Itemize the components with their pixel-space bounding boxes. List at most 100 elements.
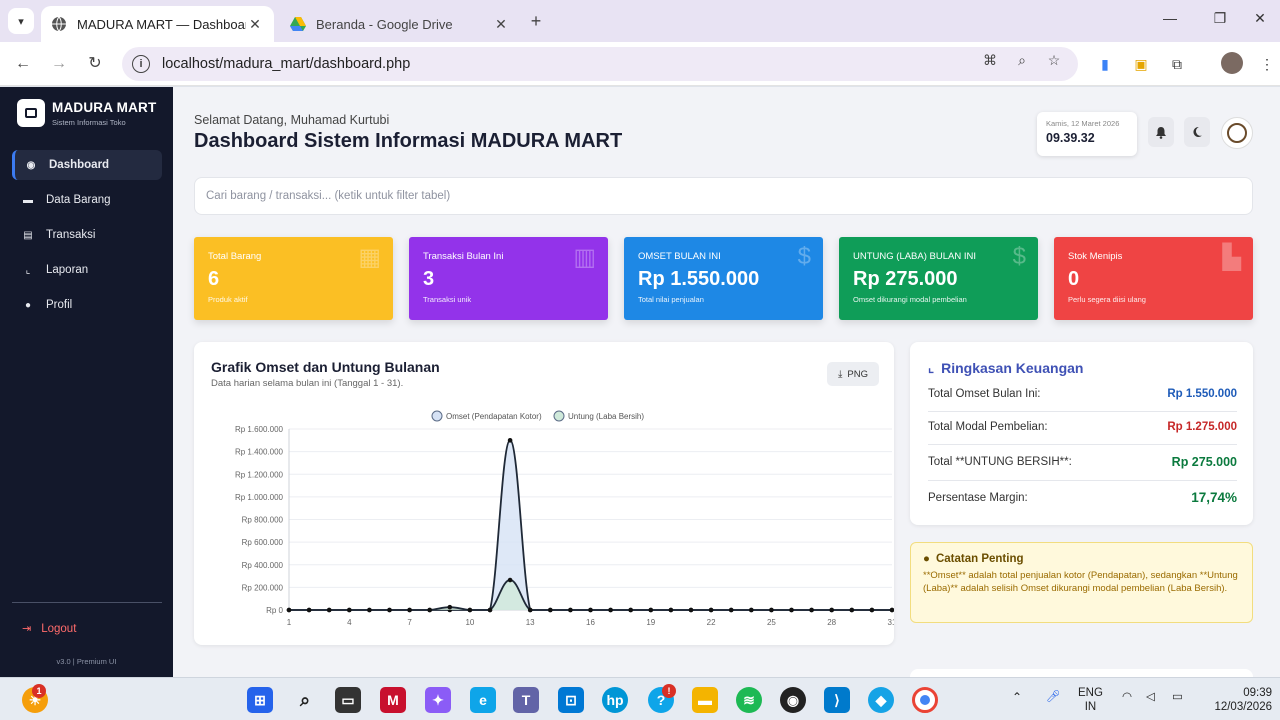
data-point [447, 604, 453, 610]
site-info-icon[interactable]: i [132, 55, 150, 73]
edge-icon[interactable]: e [470, 687, 496, 713]
series-line-1 [288, 579, 892, 611]
back-arrow-icon[interactable]: ← [12, 53, 34, 75]
stat-card-total-barang: ▦ Total Barang 6 Produk aktif [194, 237, 393, 320]
volume-icon[interactable]: ◁ [1146, 690, 1155, 704]
current-date: Kamis, 12 Maret 2026 [1046, 119, 1120, 128]
dark-mode-moon-icon[interactable] [1184, 117, 1210, 147]
download-png-button[interactable]: ⤓ PNG [827, 362, 879, 386]
spotify-icon[interactable]: ≋ [736, 687, 762, 713]
globe-icon [51, 16, 67, 32]
tab-google-drive[interactable]: Beranda - Google Drive ✕ [280, 6, 520, 42]
store-icon[interactable]: ⊡ [558, 687, 584, 713]
wifi-icon[interactable]: ◠ [1122, 690, 1132, 704]
microphone-icon[interactable]: 🎤︎ [1046, 690, 1061, 704]
x-tick-label: 13 [526, 618, 535, 627]
tray-chevron-icon[interactable]: ⌃ [1012, 690, 1022, 704]
stat-card-transaksi: ▥ Transaksi Bulan Ini 3 Transaksi unik [409, 237, 608, 320]
tab-title: Beranda - Google Drive [316, 16, 453, 32]
sidebar-item-label: Profil [46, 299, 73, 311]
vscode-icon[interactable]: ⟩ [824, 687, 850, 713]
logout-label: Logout [41, 622, 77, 635]
tab-madura-mart[interactable]: MADURA MART — Dashboard | ✕ [41, 6, 274, 42]
lang-bottom: IN [1084, 701, 1097, 713]
financial-summary-panel: ⌞ Ringkasan Keuangan Total Omset Bulan I… [910, 342, 1253, 525]
chrome-icon[interactable] [912, 687, 938, 713]
forward-arrow-icon[interactable]: → [48, 53, 70, 75]
close-window-icon[interactable]: ✕ [1250, 10, 1270, 27]
reload-icon[interactable]: ↻ [84, 53, 106, 75]
url-omnibox[interactable]: i localhost/madura_mart/dashboard.php [122, 47, 1078, 81]
sidebar-item-dashboard[interactable]: ◉ Dashboard [12, 150, 162, 180]
card-value: 6 [208, 268, 220, 290]
minimize-icon[interactable]: — [1160, 10, 1180, 26]
teams-icon[interactable]: T [513, 687, 539, 713]
mcafee-icon[interactable]: M [380, 687, 406, 713]
sidebar-item-data-barang[interactable]: ▬ Data Barang [12, 185, 162, 215]
extension-wallet-icon[interactable]: ▣ [1130, 53, 1152, 75]
data-point [427, 607, 432, 613]
translate-icon[interactable]: ⌘ [980, 50, 1000, 70]
restore-icon[interactable]: ❐ [1210, 10, 1230, 27]
data-point [849, 607, 855, 613]
card-subtitle: Total nilai penjualan [638, 295, 704, 304]
card-subtitle: Perlu segera diisi ulang [1068, 295, 1146, 304]
summary-row-untung: Total **UNTUNG BERSIH**: Rp 275.000 [928, 455, 1237, 469]
battery-icon[interactable]: ▭ [1172, 690, 1183, 704]
search-icon[interactable]: ⌕ [292, 687, 318, 713]
y-tick-label: Rp 400.000 [242, 561, 284, 570]
data-point [829, 607, 834, 613]
note-text: **Omset** adalah total penjualan kotor (… [923, 570, 1238, 594]
system-clock[interactable]: 09:39 12/03/2026 [1206, 686, 1272, 714]
zoom-icon[interactable]: ⌕ [1012, 50, 1032, 70]
summary-label: Total Omset Bulan Ini: [928, 388, 1041, 400]
copilot-icon[interactable]: ✦ [425, 687, 451, 713]
sidebar-item-transaksi[interactable]: ▤ Transaksi [12, 220, 162, 250]
close-tab-icon[interactable]: ✕ [246, 16, 264, 33]
page-title: Dashboard Sistem Informasi MADURA MART [194, 130, 623, 152]
y-tick-label: Rp 800.000 [242, 516, 284, 525]
data-point [608, 607, 613, 613]
summary-divider [928, 411, 1237, 412]
new-tab-button[interactable]: + [525, 10, 547, 32]
card-label: OMSET BULAN INI [638, 251, 721, 262]
app-icon[interactable]: ◆ [868, 687, 894, 713]
legend-label: Untung (Laba Bersih) [568, 412, 644, 421]
sidebar-item-label: Dashboard [49, 159, 110, 171]
brand-subtitle: Sistem Informasi Toko [52, 118, 126, 127]
task-view-icon[interactable]: ▭ [335, 687, 361, 713]
data-point [467, 607, 473, 613]
chart-title: Grafik Omset dan Untung Bulanan [211, 359, 440, 375]
lang-top: ENG [1078, 687, 1103, 699]
png-label: PNG [847, 368, 868, 380]
data-point [648, 607, 654, 613]
language-indicator[interactable]: ENG IN [1078, 686, 1103, 714]
sidebar-item-profil[interactable]: ● Profil [12, 290, 162, 320]
x-tick-label: 19 [646, 618, 655, 627]
hand-money-icon: $ [797, 243, 811, 270]
data-point [588, 607, 593, 613]
extensions-puzzle-icon[interactable]: ⧉ [1166, 53, 1188, 75]
logout-link[interactable]: ⇥ Logout [22, 622, 77, 636]
windows-start-icon[interactable]: ⊞ [247, 687, 273, 713]
chart-panel: Grafik Omset dan Untung Bulanan Data har… [194, 342, 894, 645]
tab-search-button[interactable]: ▾ [8, 8, 34, 34]
user-avatar[interactable] [1221, 117, 1253, 149]
url-text[interactable]: localhost/madura_mart/dashboard.php [162, 56, 410, 72]
data-point [769, 607, 774, 613]
receipt-icon: ▥ [573, 244, 596, 271]
extension-clipboard-icon[interactable]: ▮ [1094, 53, 1116, 75]
file-explorer-icon[interactable]: ▬ [692, 687, 718, 713]
notification-bell-icon[interactable] [1148, 117, 1174, 147]
bookmark-star-icon[interactable]: ☆ [1044, 50, 1064, 70]
close-tab-icon[interactable]: ✕ [492, 16, 510, 33]
browser-profile-avatar[interactable] [1221, 52, 1243, 74]
search-input[interactable] [194, 177, 1253, 215]
obs-icon[interactable]: ◉ [780, 687, 806, 713]
browser-menu-icon[interactable]: ⋮ [1256, 53, 1278, 75]
hp-icon[interactable]: hp [602, 687, 628, 713]
y-tick-label: Rp 200.000 [242, 583, 284, 592]
data-point [548, 607, 553, 613]
sidebar-item-laporan[interactable]: ⌞ Laporan [12, 255, 162, 285]
important-note: ● Catatan Penting **Omset** adalah total… [910, 542, 1253, 623]
